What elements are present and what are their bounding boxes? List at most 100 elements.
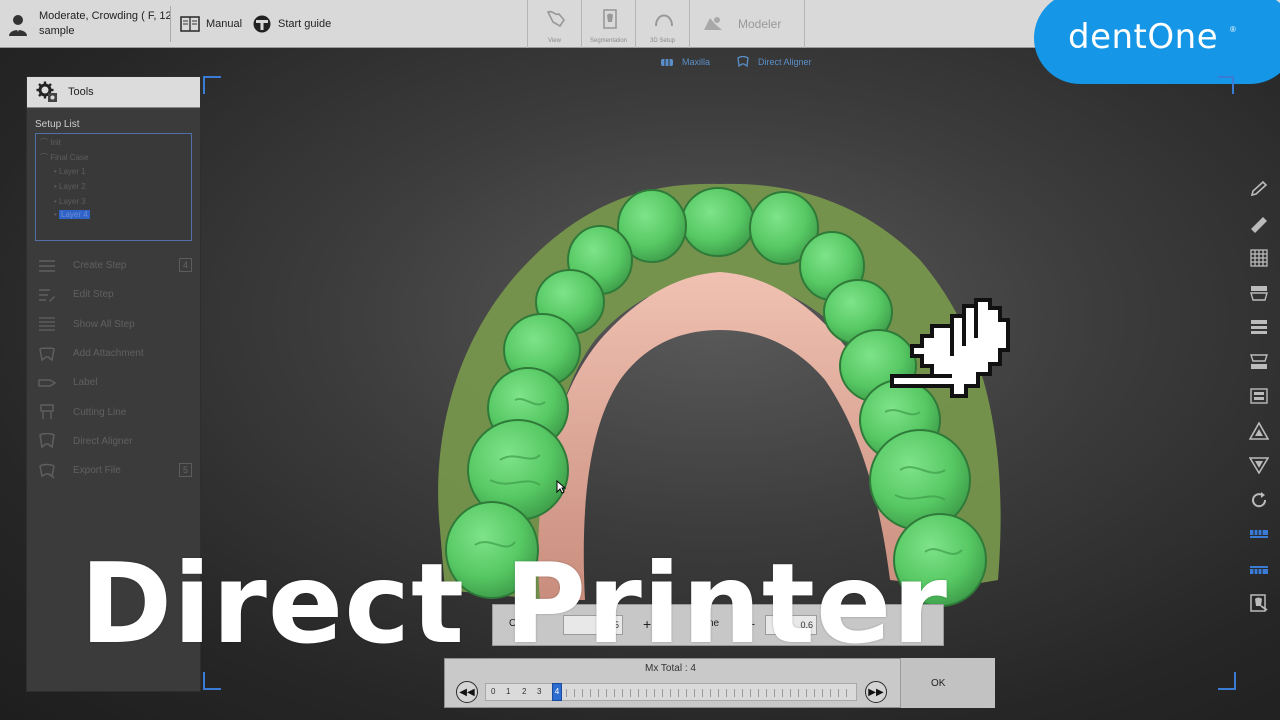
pen-icon — [1250, 181, 1268, 197]
setup-list-item[interactable]: • Layer 3 — [54, 197, 86, 206]
current-step-handle[interactable]: 4 — [552, 683, 562, 701]
aligner-icon — [39, 433, 55, 449]
segmentation-icon — [603, 9, 617, 29]
grid-tool-button[interactable] — [1246, 241, 1272, 276]
step-count-badge: 4 — [179, 258, 192, 272]
manual-button[interactable]: Manual — [180, 14, 242, 34]
rotate-icon — [1252, 491, 1267, 507]
maxilla-label: Maxilla — [682, 57, 711, 67]
arch-bottom-icon — [1249, 457, 1269, 475]
view-side-button[interactable] — [1246, 379, 1272, 414]
setup-list-item[interactable]: • Layer 1 — [54, 167, 86, 176]
viewport-corner — [203, 76, 221, 94]
setup-list-label: Setup List — [35, 119, 80, 130]
occlusal-down-button[interactable] — [1246, 552, 1272, 587]
setup-list-item[interactable]: • Layer 2 — [54, 182, 86, 191]
view-tooth-icon — [546, 10, 565, 28]
setup-list-item[interactable]: ⌒ Init — [40, 137, 61, 148]
jaw-side-icon — [1250, 388, 1268, 404]
export-step-badge: 5 — [179, 463, 192, 478]
edit-list-icon — [39, 289, 55, 302]
manual-label: Manual — [206, 18, 243, 30]
mode-indicator: Maxilla Direct Aligner — [660, 54, 812, 70]
view-arch-bottom-button[interactable] — [1246, 448, 1272, 483]
ok-label: OK — [931, 678, 946, 689]
tools-title: Tools — [68, 86, 94, 98]
show-all-step-button[interactable]: Show All Step — [27, 310, 200, 339]
pen-tool-button[interactable] — [1246, 172, 1272, 207]
tab-view[interactable]: View — [527, 0, 581, 48]
start-guide-icon — [253, 15, 271, 33]
arch-top-icon — [1249, 421, 1269, 440]
export-model-button[interactable] — [1246, 586, 1272, 621]
tab-modeler[interactable]: Modeler — [689, 0, 805, 48]
tools-header[interactable]: Tools — [27, 77, 200, 108]
step-number[interactable]: 3 — [537, 687, 541, 696]
viewport-corner — [1218, 76, 1234, 94]
step-number[interactable]: 2 — [522, 687, 526, 696]
patient-info[interactable]: Moderate, Crowding ( F, 12 sample — [8, 6, 178, 42]
step-number[interactable]: 0 — [491, 687, 495, 696]
label-button[interactable]: Label — [27, 368, 200, 397]
start-guide-button[interactable]: Start guide — [252, 14, 331, 34]
divider — [170, 6, 171, 42]
jaw-lower-icon — [1250, 354, 1268, 369]
view-arch-top-button[interactable] — [1246, 414, 1272, 449]
jaw-front-icon — [1251, 320, 1267, 335]
direct-aligner-icon — [737, 56, 749, 68]
occlusal-up-button[interactable] — [1246, 517, 1272, 552]
ruler-icon — [1251, 216, 1267, 233]
show-all-icon — [39, 317, 55, 331]
app-window: Moderate, Crowding ( F, 12 sample Manual… — [0, 0, 1280, 720]
setup-list-item-selected[interactable]: • Layer 4 — [54, 210, 90, 219]
video-overlay-title: Direct Printer — [80, 540, 948, 669]
manual-book-icon — [180, 16, 200, 32]
direct-aligner-button[interactable]: Direct Aligner — [27, 427, 200, 456]
view-front-button[interactable] — [1246, 310, 1272, 345]
step-number[interactable]: 1 — [506, 687, 510, 696]
cutting-line-icon — [40, 404, 54, 420]
tools-gear-icon — [36, 81, 57, 102]
pointing-hand-cursor — [890, 298, 1010, 398]
direct-aligner-label: Direct Aligner — [758, 57, 812, 67]
step-ticks — [566, 689, 854, 697]
export-icon — [39, 463, 55, 479]
dentone-logo: dentOne ® — [1034, 0, 1280, 84]
grid-icon — [1250, 249, 1268, 267]
list-icon — [39, 259, 55, 272]
arch-setup-icon — [655, 14, 673, 27]
mouse-pointer-icon — [556, 480, 566, 494]
logo-text: dentOne — [1068, 17, 1219, 57]
ruler-tool-button[interactable] — [1246, 207, 1272, 242]
patient-name: Moderate, Crowding ( F, 12 — [39, 10, 172, 22]
tab-3d-setup[interactable]: 3D Setup — [635, 0, 689, 48]
create-step-button[interactable]: Create Step 4 — [27, 251, 200, 280]
setup-list[interactable]: ⌒ Init ⌒ Final Case • Layer 1 • Layer 2 … — [35, 133, 192, 241]
attachment-icon — [39, 346, 55, 361]
label-icon — [38, 379, 56, 387]
export-file-button[interactable]: Export File 5 — [27, 456, 200, 485]
previous-step-button[interactable]: ◀◀ — [456, 681, 478, 703]
step-track[interactable]: 0 1 2 3 4 — [485, 683, 857, 701]
cutting-line-button[interactable]: Cutting Line — [27, 397, 200, 426]
maxilla-icon — [661, 59, 673, 66]
setup-list-item[interactable]: ⌒ Final Case — [40, 152, 88, 163]
add-attachment-button[interactable]: Add Attachment — [27, 339, 200, 368]
viewport-corner — [1218, 672, 1236, 690]
patient-avatar-icon — [9, 15, 27, 36]
modeler-icon — [704, 17, 722, 30]
start-guide-label: Start guide — [278, 18, 332, 30]
jaw-upper-icon — [1250, 285, 1268, 301]
tool-list: Create Step 4 Edit Step Show All Step Ad… — [27, 251, 200, 485]
edit-step-button[interactable]: Edit Step — [27, 280, 200, 309]
tab-segmentation[interactable]: Segmentation — [581, 0, 635, 48]
export-model-icon — [1250, 594, 1268, 612]
view-lower-jaw-button[interactable] — [1246, 345, 1272, 380]
mode-tabs: View Segmentation 3D Setup Modeler — [527, 0, 805, 48]
occlusal-up-icon — [1250, 530, 1268, 539]
view-upper-jaw-button[interactable] — [1246, 276, 1272, 311]
right-toolbar — [1246, 172, 1272, 621]
patient-case: sample — [39, 25, 75, 37]
next-step-button[interactable]: ▶▶ — [865, 681, 887, 703]
rotate-view-button[interactable] — [1246, 483, 1272, 518]
